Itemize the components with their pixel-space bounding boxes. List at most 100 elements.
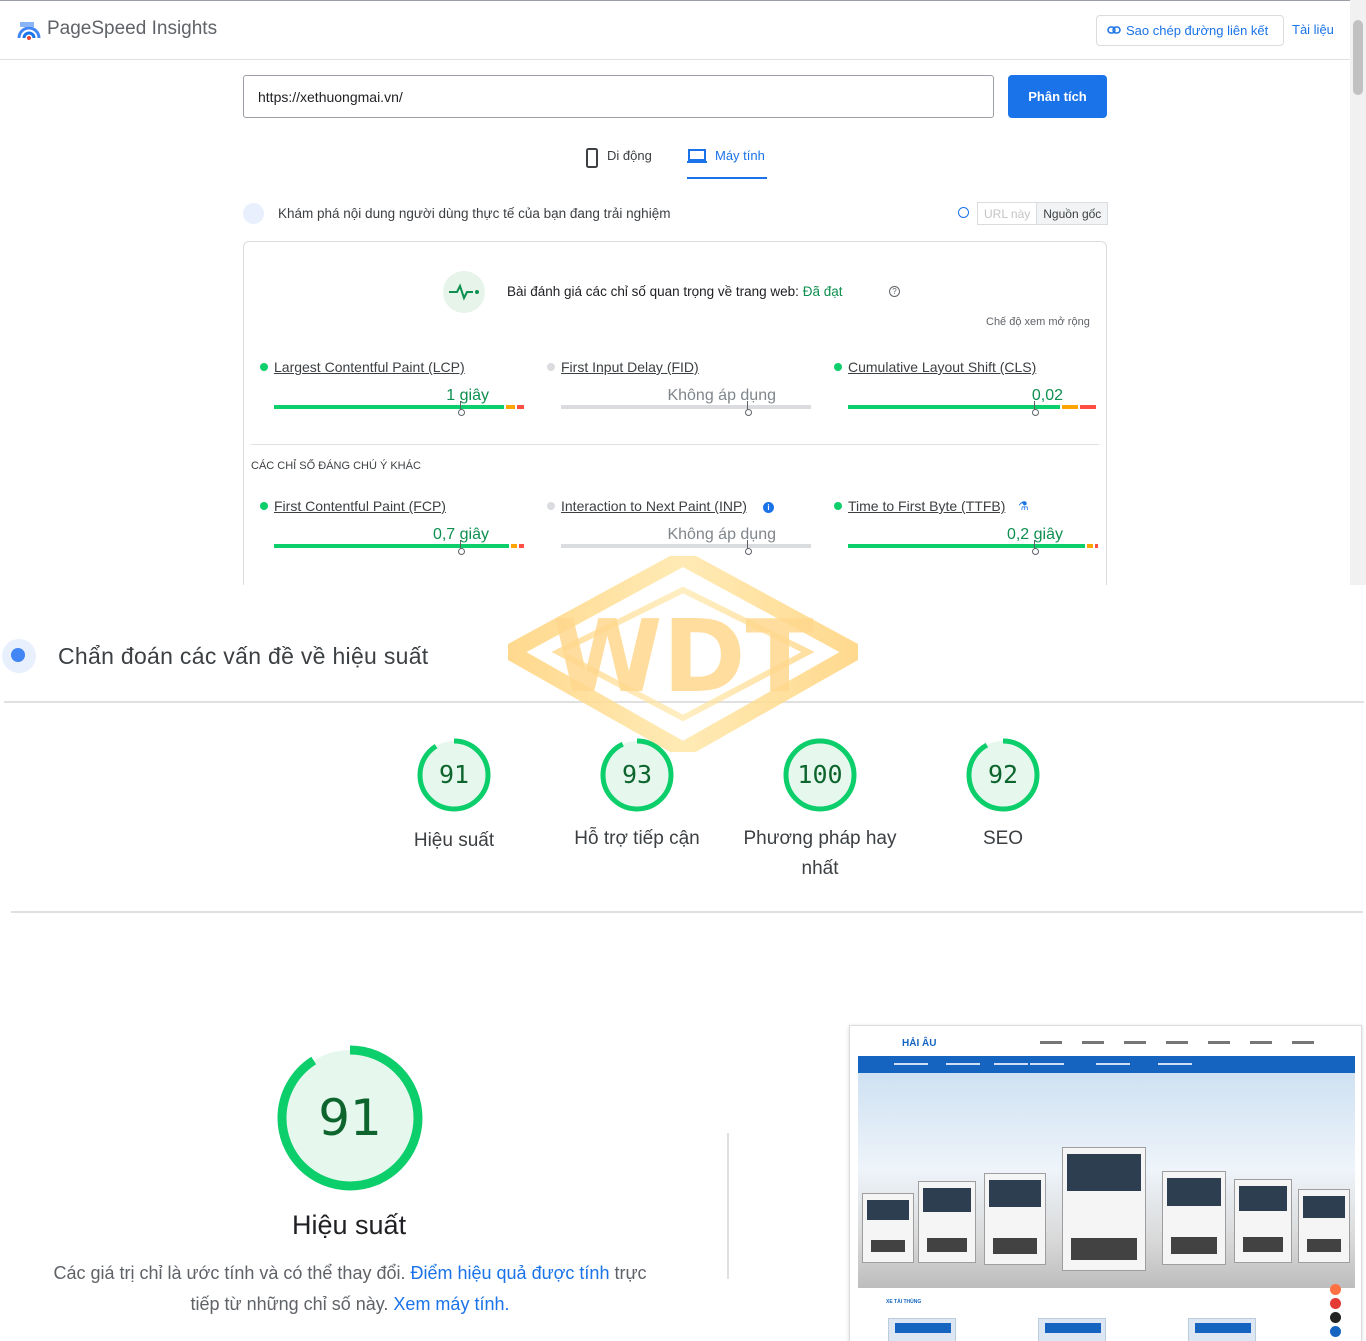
desktop-icon [687, 149, 707, 163]
view-calculator-link[interactable]: Xem máy tính. [393, 1294, 509, 1314]
truck-shape [1162, 1171, 1226, 1265]
pagespeed-logo-icon [17, 22, 41, 40]
percentile-marker [458, 540, 465, 555]
other-metrics-label: CÁC CHỈ SỐ ĐÁNG CHÚ Ý KHÁC [251, 460, 421, 472]
info-icon[interactable] [958, 207, 969, 218]
metric-fcp-name[interactable]: First Contentful Paint (FCP) [274, 498, 446, 514]
cwv-assessment-label: Bài đánh giá các chỉ số quan trọng về tr… [507, 284, 799, 299]
copy-link-label: Sao chép đường liên kết [1126, 23, 1269, 38]
site-product-card [888, 1318, 956, 1341]
truck-shape [918, 1181, 976, 1263]
field-data-title: Khám phá nội dung người dùng thực tế của… [278, 206, 671, 221]
truck-shape [862, 1193, 914, 1263]
score-label-seo[interactable]: SEO [923, 824, 1083, 854]
site-product-card [1038, 1318, 1106, 1341]
copy-link-button[interactable]: Sao chép đường liên kết [1096, 15, 1284, 46]
site-product-card [1188, 1318, 1256, 1341]
metric-cls-value: 0,02 [1031, 387, 1063, 404]
site-social-icons [1330, 1284, 1342, 1340]
truck-shape [1234, 1179, 1292, 1263]
analyze-button[interactable]: Phân tích [1008, 75, 1107, 118]
metric-fid-value: Không áp dụng [667, 387, 776, 404]
metric-inp-name[interactable]: Interaction to Next Paint (INP) [561, 498, 747, 514]
metric-inp-value: Không áp dụng [667, 526, 776, 543]
url-origin-toggle[interactable]: URL này Nguồn gốc [977, 202, 1109, 225]
score-value: 92 [987, 760, 1019, 789]
tab-desktop[interactable]: Máy tính [687, 145, 767, 179]
performance-title: Hiệu suất [292, 1210, 407, 1240]
lab-data-icon [2, 639, 36, 673]
metric-ttfb-distribution-bar [848, 544, 1098, 548]
performance-score-gauge: 91 [276, 1044, 424, 1192]
pagespeed-page: PageSpeed Insights Sao chép đường liên k… [0, 0, 1366, 1341]
wdt-watermark-logo: WDT [508, 556, 858, 752]
status-dot [547, 502, 555, 510]
score-value: 91 [438, 760, 470, 789]
vertical-divider [727, 1133, 729, 1279]
score-label-performance[interactable]: Hiệu suất [374, 826, 534, 856]
inp-info-icon[interactable]: i [763, 502, 774, 513]
tab-desktop-label: Máy tính [715, 148, 765, 163]
truck-shape [984, 1173, 1046, 1265]
percentile-marker [458, 401, 465, 416]
mobile-icon [586, 148, 598, 168]
status-dot [834, 502, 842, 510]
percentile-marker [745, 540, 752, 555]
score-label-accessibility[interactable]: Hỗ trợ tiếp cận [557, 824, 717, 854]
metric-fid-distribution-bar [561, 405, 811, 409]
metric-inp-distribution-bar [561, 544, 811, 548]
metrics-divider [251, 444, 1099, 445]
site-logo: HẢI ÂU [902, 1038, 937, 1049]
brand-title: PageSpeed Insights [47, 18, 218, 39]
performance-note: Các giá trị chỉ là ước tính và có thể th… [40, 1258, 660, 1320]
watermark-text: WDT [552, 598, 814, 715]
cwv-pulse-icon [443, 271, 485, 313]
final-screenshot-thumbnail: HẢI ÂU XE TẢI THÙNG [849, 1025, 1362, 1341]
cwv-assessment: Bài đánh giá các chỉ số quan trọng về tr… [507, 284, 842, 299]
performance-score-value: 91 [318, 1089, 382, 1147]
expand-view-toggle[interactable]: Chế độ xem mở rộng [986, 316, 1090, 328]
site-nav [1040, 1041, 1314, 1044]
score-calc-link[interactable]: Điểm hiệu quả được tính [411, 1263, 610, 1283]
score-gauge-seo[interactable]: 92 [965, 737, 1041, 813]
metric-lcp-name[interactable]: Largest Contentful Paint (LCP) [274, 359, 465, 375]
diagnostics-title: Chẩn đoán các vấn đề về hiệu suất [58, 643, 429, 669]
help-icon[interactable]: ? [889, 286, 900, 297]
status-dot [834, 363, 842, 371]
status-dot [260, 502, 268, 510]
crux-users-icon [243, 203, 264, 224]
score-label-best-practices[interactable]: Phương pháp hay nhất [740, 824, 900, 884]
metric-fid-name[interactable]: First Input Delay (FID) [561, 359, 699, 375]
metric-cls-distribution-bar [848, 405, 1098, 409]
score-gauge-performance[interactable]: 91 [416, 737, 492, 813]
tab-mobile[interactable]: Di động [585, 145, 652, 179]
toggle-this-url[interactable]: URL này [978, 203, 1036, 224]
page-scrollbar[interactable] [1350, 0, 1366, 585]
link-icon [1107, 23, 1121, 38]
note-text: Các giá trị chỉ là ước tính và có thể th… [53, 1263, 406, 1283]
truck-shape [1062, 1147, 1146, 1271]
metric-fcp-distribution-bar [274, 544, 524, 548]
status-dot [260, 363, 268, 371]
metric-lcp-value: 1 giây [446, 387, 489, 404]
site-menu-bar [858, 1056, 1355, 1100]
metric-ttfb-name[interactable]: Time to First Byte (TTFB) [848, 498, 1005, 514]
scrollbar-thumb[interactable] [1353, 20, 1363, 95]
url-input[interactable] [243, 75, 994, 118]
site-hero-image [858, 1073, 1355, 1288]
experimental-flask-icon: ⚗ [1018, 499, 1029, 513]
percentile-marker [1032, 401, 1039, 416]
docs-link[interactable]: Tài liệu [1292, 22, 1334, 37]
metric-cls-name[interactable]: Cumulative Layout Shift (CLS) [848, 359, 1036, 375]
tab-mobile-label: Di động [607, 148, 652, 163]
metric-lcp-distribution-bar [274, 405, 524, 409]
site-section-heading: XE TẢI THÙNG [886, 1299, 922, 1305]
cwv-assessment-status: Đã đạt [802, 284, 843, 299]
section-divider [11, 911, 1363, 913]
status-dot [547, 363, 555, 371]
percentile-marker [745, 401, 752, 416]
truck-shape [1298, 1189, 1350, 1263]
top-header: PageSpeed Insights Sao chép đường liên k… [0, 0, 1350, 60]
toggle-origin[interactable]: Nguồn gốc [1036, 203, 1108, 224]
percentile-marker [1032, 540, 1039, 555]
